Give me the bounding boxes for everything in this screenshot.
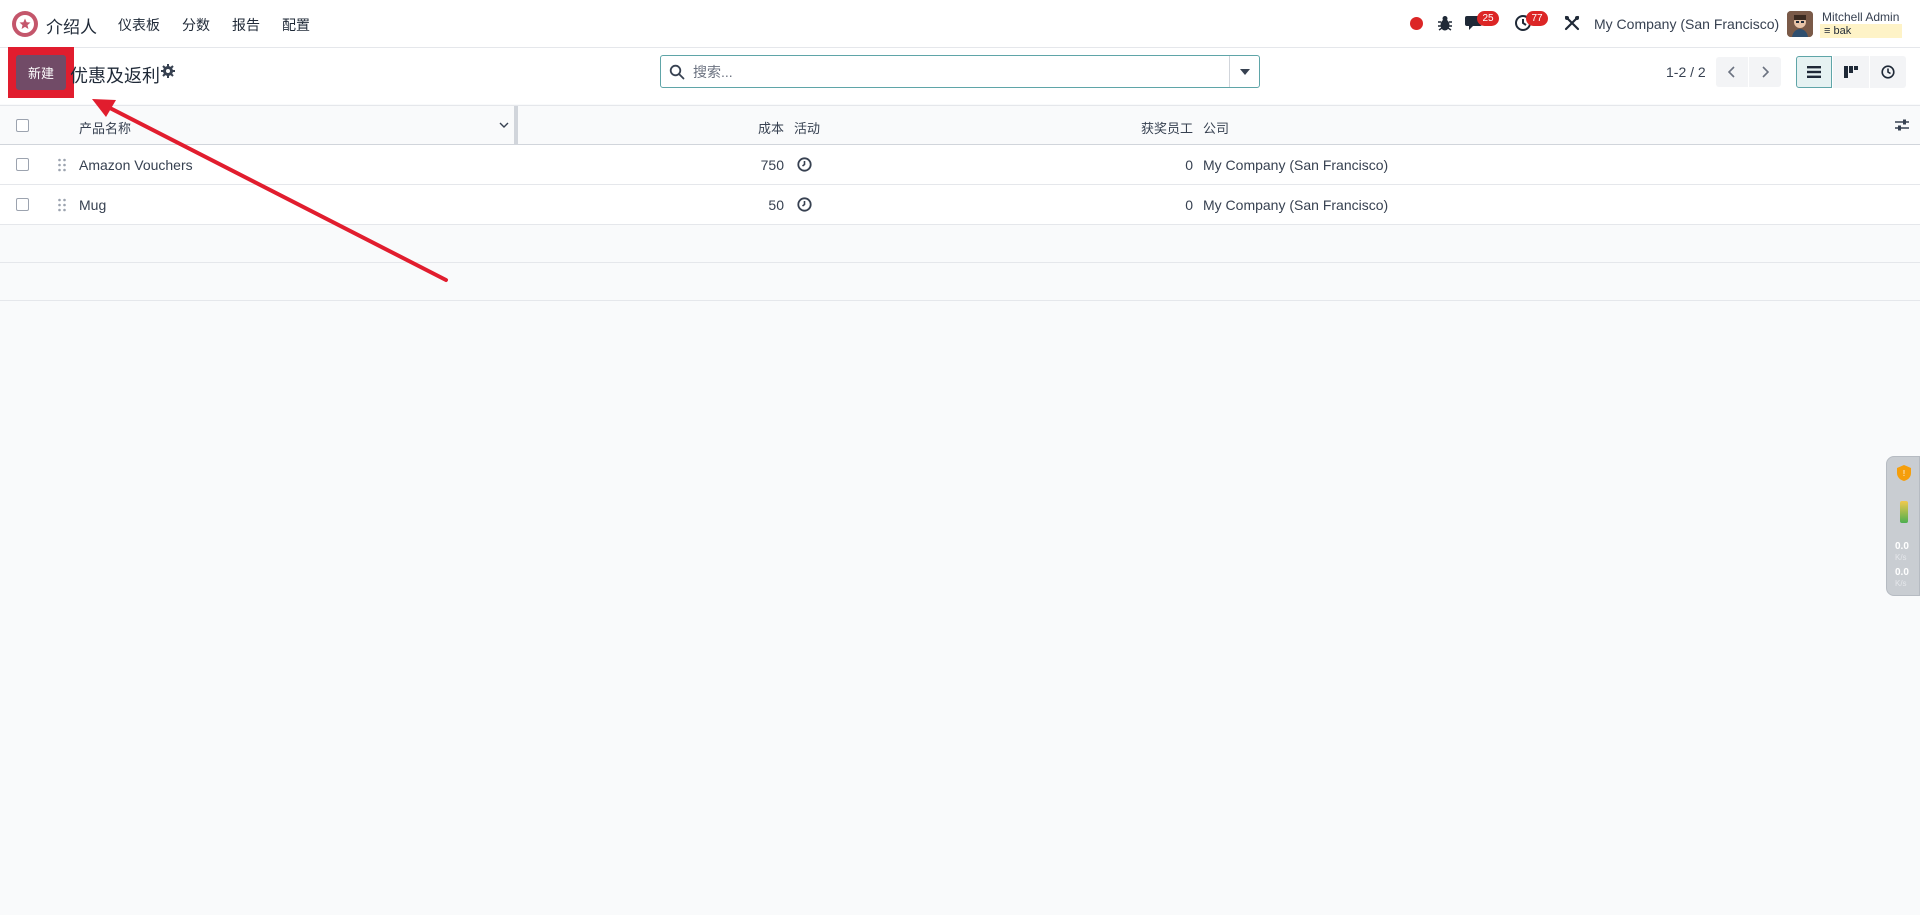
activity-clock-icon[interactable] — [797, 157, 812, 172]
activities-count-badge: 77 — [1526, 11, 1548, 26]
cell-cost: 50 — [768, 197, 784, 213]
svg-text:!: ! — [1903, 469, 1905, 478]
upload-unit: K/s — [1895, 553, 1907, 562]
page-title: 优惠及返利 — [70, 66, 160, 86]
search-input[interactable] — [693, 60, 1223, 84]
drag-handle-icon[interactable] — [57, 158, 67, 172]
activity-clock-icon[interactable] — [797, 197, 812, 212]
app-name[interactable]: 介绍人 — [46, 13, 97, 38]
pager-previous-button[interactable] — [1716, 57, 1748, 87]
user-avatar[interactable] — [1787, 11, 1813, 37]
new-button[interactable]: 新建 — [16, 55, 66, 90]
column-header-cost[interactable]: 成本 — [758, 118, 784, 137]
user-name[interactable]: Mitchell Admin — [1822, 10, 1899, 24]
row-checkbox[interactable] — [16, 198, 29, 211]
menu-item-reporting[interactable]: 报告 — [232, 15, 260, 35]
row-checkbox[interactable] — [16, 158, 29, 171]
empty-row — [0, 225, 1920, 263]
menu-item-configuration[interactable]: 配置 — [282, 15, 310, 35]
cell-product-name: Amazon Vouchers — [79, 157, 193, 173]
messages-count-badge: 25 — [1477, 11, 1499, 26]
chevron-down-icon[interactable] — [498, 118, 510, 130]
shield-icon: ! — [1897, 465, 1911, 481]
cell-product-name: Mug — [79, 197, 107, 213]
recording-dot-icon[interactable] — [1410, 17, 1423, 30]
search-icon — [669, 64, 685, 80]
company-switcher[interactable]: My Company (San Francisco) — [1594, 16, 1779, 32]
app-logo-icon[interactable] — [12, 11, 38, 37]
list-view-button[interactable] — [1796, 56, 1832, 88]
column-header-activity[interactable]: 活动 — [794, 118, 820, 137]
cell-awarded-employees: 0 — [1185, 197, 1193, 213]
bug-icon[interactable] — [1436, 13, 1454, 33]
network-monitor-widget[interactable]: ! 0.0 K/s 0.0 K/s — [1886, 456, 1920, 596]
cell-company: My Company (San Francisco) — [1203, 197, 1389, 213]
table-row[interactable]: Amazon Vouchers 750 0 My Company (San Fr… — [0, 145, 1920, 185]
menu-item-dashboard[interactable]: 仪表板 — [118, 15, 160, 35]
download-speed: 0.0 — [1895, 567, 1909, 578]
database-badge: ≡ bak — [1820, 24, 1902, 38]
upload-speed: 0.0 — [1895, 541, 1909, 552]
column-header-product-name[interactable]: 产品名称 — [79, 118, 131, 137]
drag-handle-icon[interactable] — [57, 198, 67, 212]
column-resize-handle[interactable] — [514, 106, 518, 145]
database-name: bak — [1833, 25, 1852, 37]
pager-next-button[interactable] — [1749, 57, 1781, 87]
cell-cost: 750 — [760, 157, 784, 173]
cell-awarded-employees: 0 — [1185, 157, 1193, 173]
search-box — [660, 55, 1260, 88]
kanban-view-button[interactable] — [1833, 56, 1869, 88]
signal-bar-icon — [1900, 501, 1908, 523]
empty-row — [0, 263, 1920, 301]
cell-company: My Company (San Francisco) — [1203, 157, 1389, 173]
top-navbar: 介绍人 仪表板 分数 报告 配置 25 77 My Company (San F… — [0, 0, 1920, 48]
column-header-company[interactable]: 公司 — [1203, 118, 1229, 137]
table-row[interactable]: Mug 50 0 My Company (San Francisco) — [0, 185, 1920, 225]
select-all-checkbox[interactable] — [16, 119, 29, 132]
column-header-awarded-employees[interactable]: 获奖员工 — [1141, 118, 1193, 137]
list-view: 产品名称 成本 活动 获奖员工 公司 Amazon Vouchers 750 0… — [0, 105, 1920, 301]
pager-value[interactable]: 1-2 / 2 — [1666, 64, 1706, 80]
debug-tools-icon[interactable] — [1563, 14, 1581, 32]
menu-item-points[interactable]: 分数 — [182, 15, 210, 35]
search-options-toggle[interactable] — [1229, 56, 1259, 87]
gear-icon[interactable] — [160, 63, 176, 79]
list-header: 产品名称 成本 活动 获奖员工 公司 — [0, 105, 1920, 145]
optional-columns-icon[interactable] — [1894, 118, 1910, 132]
download-unit: K/s — [1895, 579, 1907, 588]
activity-view-button[interactable] — [1870, 56, 1906, 88]
main-menu: 仪表板 分数 报告 配置 — [118, 15, 332, 35]
